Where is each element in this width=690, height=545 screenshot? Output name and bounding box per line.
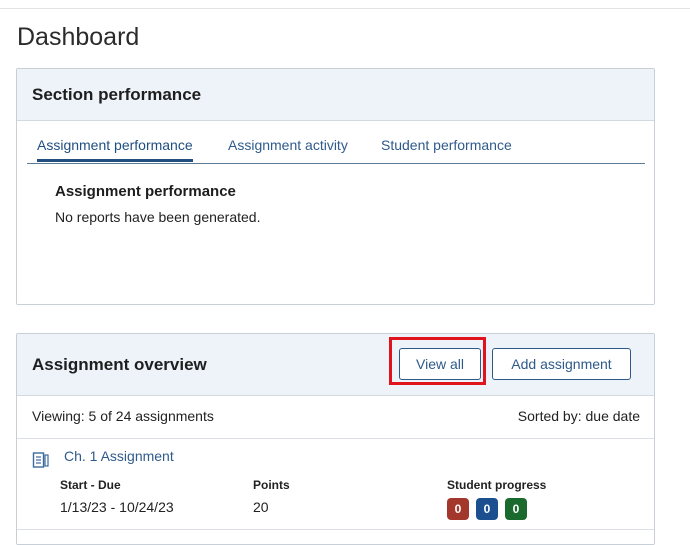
section-performance-title: Section performance: [32, 85, 202, 104]
document-icon: [32, 452, 49, 468]
tab-assignment-performance[interactable]: Assignment performance: [37, 137, 193, 162]
points-value: 20: [253, 499, 269, 515]
dates-value: 1/13/23 - 10/24/23: [60, 499, 174, 515]
sort-indicator: Sorted by: due date: [517, 408, 640, 424]
status-badge: 0: [447, 498, 469, 520]
assignment-link[interactable]: Ch. 1 Assignment: [64, 448, 174, 464]
viewing-count: Viewing: 5 of 24 assignments: [32, 408, 214, 424]
add-assignment-button[interactable]: Add assignment: [492, 348, 631, 380]
status-badge: 0: [505, 498, 527, 520]
tab-assignment-activity[interactable]: Assignment activity: [228, 137, 348, 153]
top-divider: [0, 8, 690, 9]
progress-badges: 0 0 0: [447, 498, 527, 520]
highlight-box: [389, 337, 486, 385]
assignment-overview-card: Assignment overview View all Add assignm…: [16, 333, 655, 545]
tab-student-performance[interactable]: Student performance: [381, 137, 512, 153]
assignment-overview-header: Assignment overview View all Add assignm…: [17, 334, 654, 396]
tab-label: Assignment activity: [228, 137, 348, 153]
assignment-overview-title: Assignment overview: [32, 355, 207, 374]
dates-label: Start - Due: [60, 478, 121, 492]
assignment-row: Ch. 1 Assignment Start - Due 1/13/23 - 1…: [17, 439, 654, 530]
points-label: Points: [253, 478, 290, 492]
tab-label: Student performance: [381, 137, 512, 153]
page-title: Dashboard: [17, 23, 140, 51]
section-performance-header: Section performance: [17, 69, 654, 121]
viewing-bar: Viewing: 5 of 24 assignments Sorted by: …: [17, 396, 654, 439]
panel-empty-message: No reports have been generated.: [55, 209, 261, 225]
section-performance-card: Section performance Assignment performan…: [16, 68, 655, 305]
performance-tabs: Assignment performance Assignment activi…: [27, 137, 645, 164]
status-badge: 0: [476, 498, 498, 520]
progress-label: Student progress: [447, 478, 547, 492]
panel-heading: Assignment performance: [55, 183, 236, 200]
tab-label: Assignment performance: [37, 137, 193, 153]
active-tab-indicator: [37, 159, 193, 162]
